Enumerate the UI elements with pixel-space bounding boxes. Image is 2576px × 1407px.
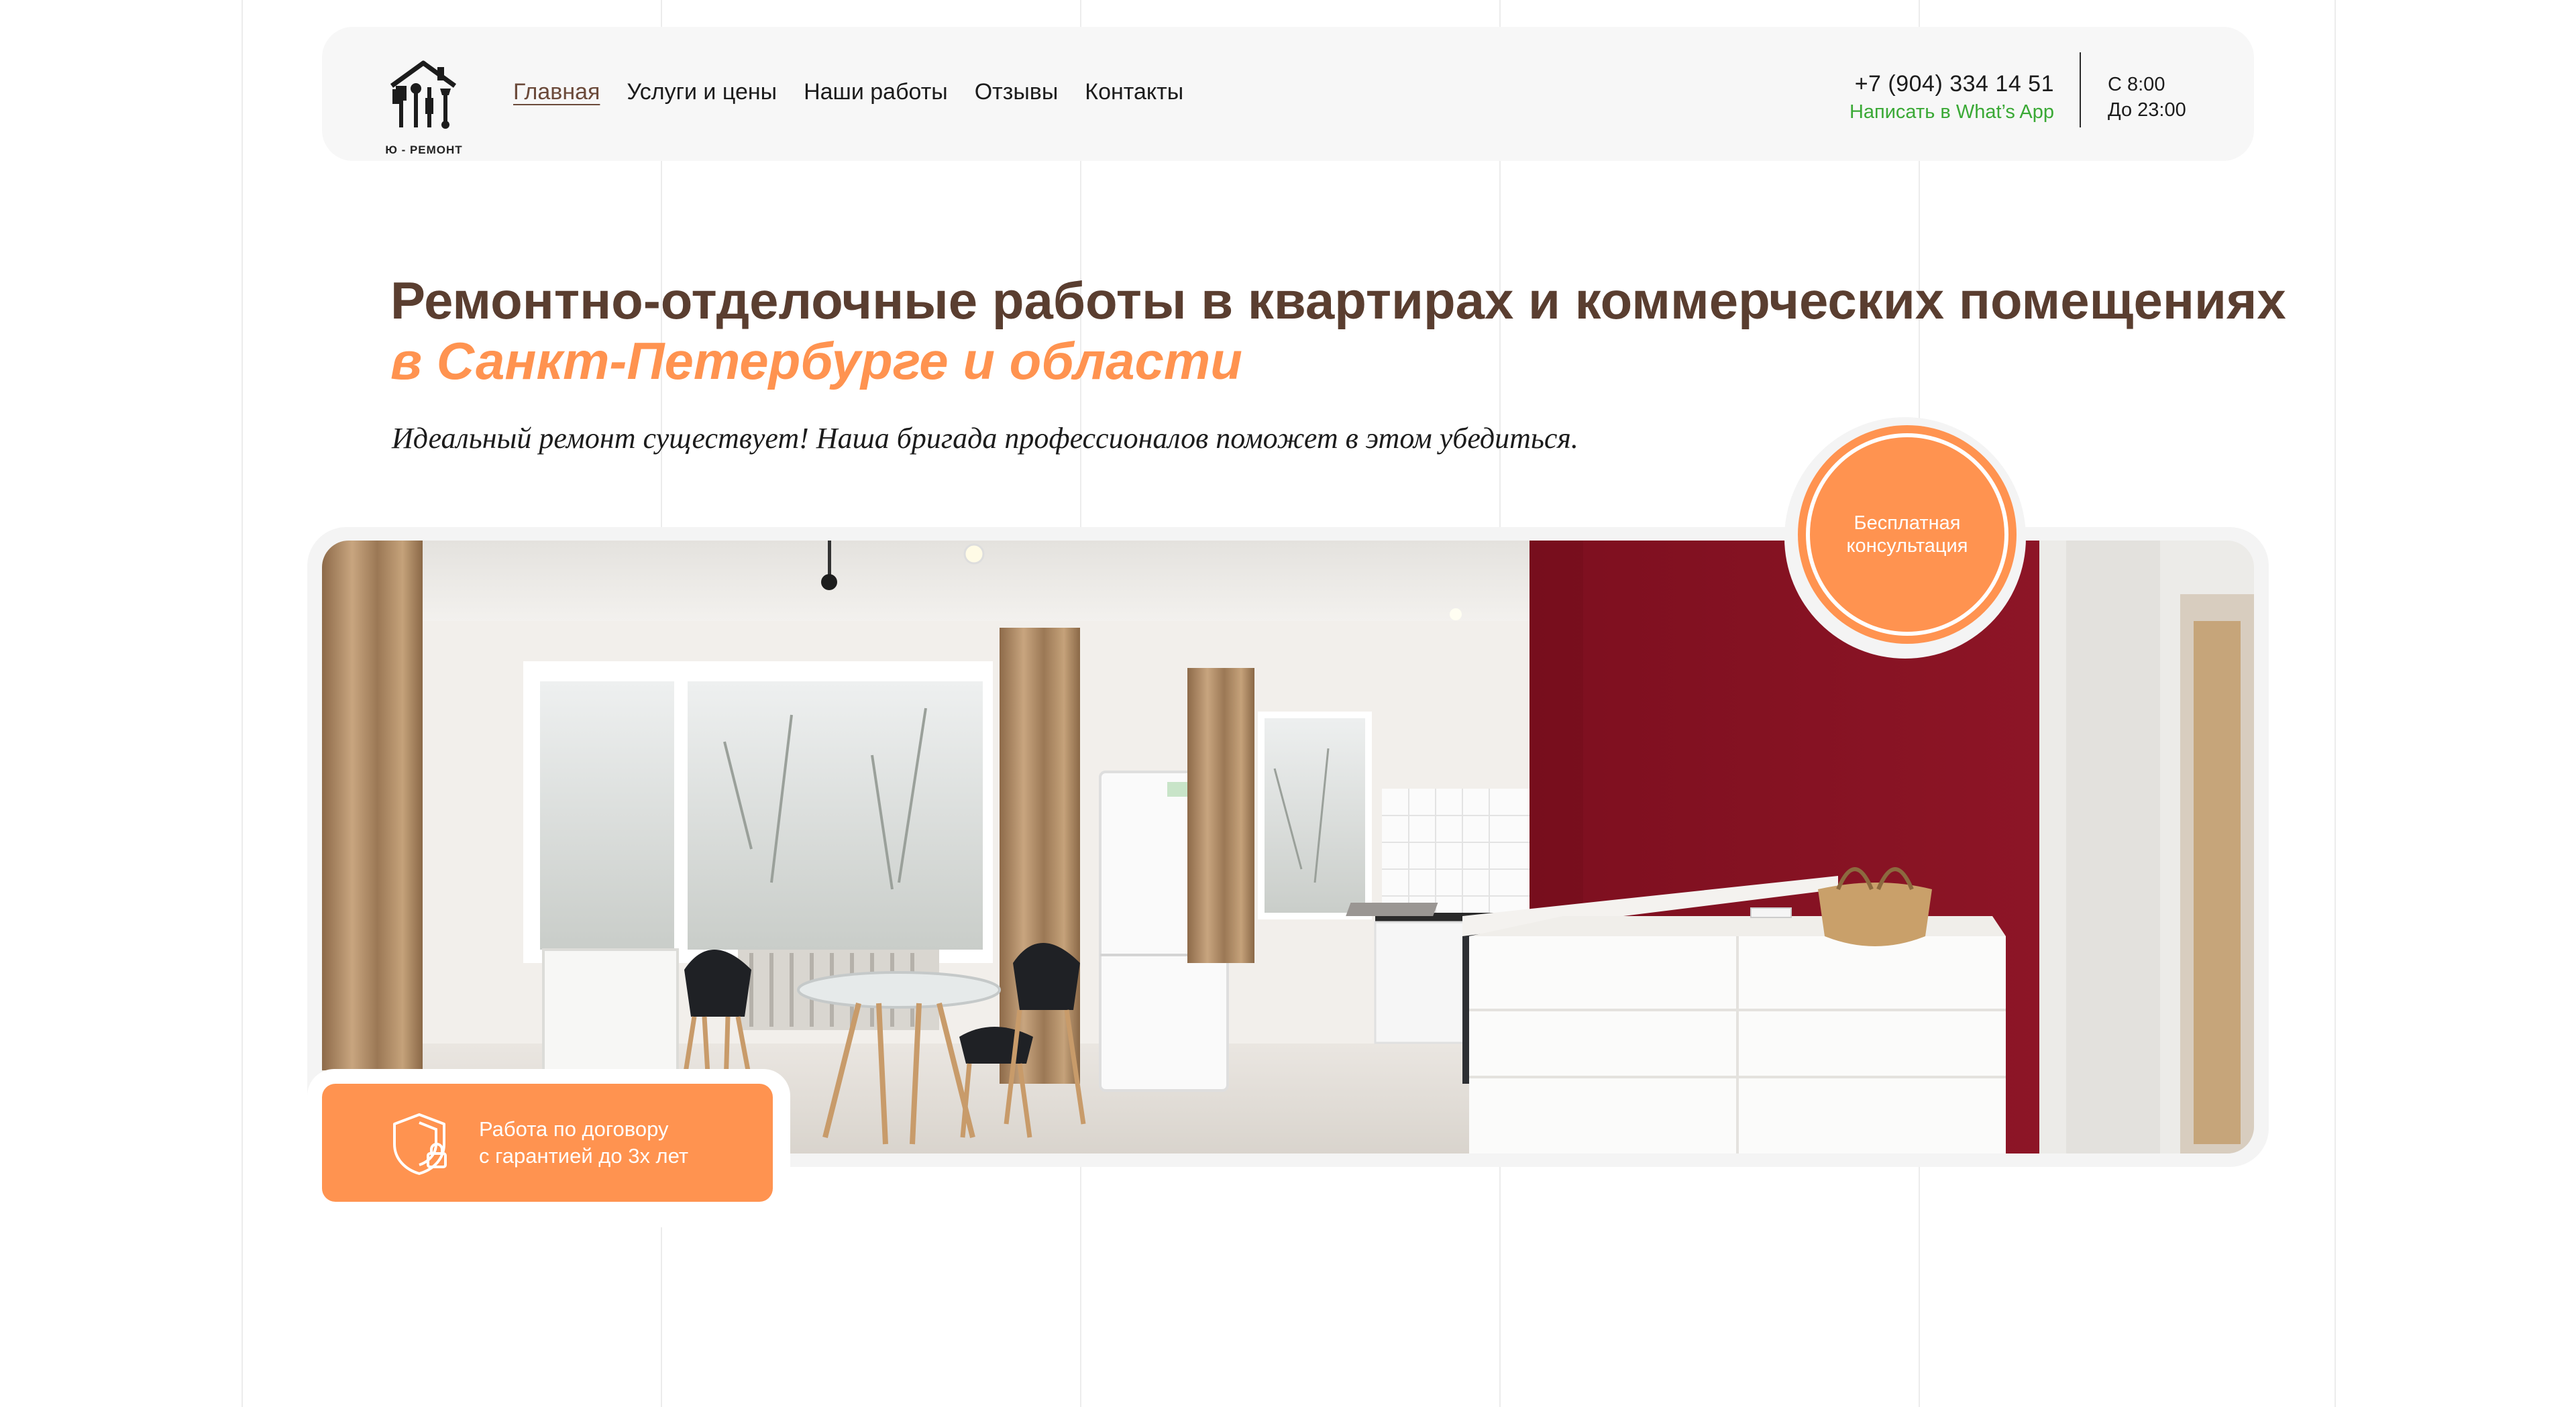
whatsapp-link[interactable]: Написать в What’s App [1849,101,2054,123]
phone-block: +7 (904) 334 14 51 Написать в What’s App [1849,71,2054,123]
guarantee-line-2: с гарантией до 3х лет [479,1144,689,1168]
grid-guide [2334,0,2336,1407]
main-nav: Главная Услуги и цены Наши работы Отзывы… [513,79,1183,105]
hours-from: С 8:00 [2108,74,2165,95]
hero-tagline: Идеальный ремонт существует! Наша бригад… [392,422,1578,455]
badge-inner-ring: Бесплатная консультация [1806,433,2008,636]
nav-item-contacts[interactable]: Контакты [1085,79,1183,105]
grid-guide [241,0,243,1407]
phone-number[interactable]: +7 (904) 334 14 51 [1849,71,2054,97]
guarantee-card[interactable]: Работа по договору с гарантией до 3х лет [322,1084,773,1202]
guarantee-label: Работа по договору с гарантией до 3х лет [479,1116,688,1170]
nav-item-home[interactable]: Главная [513,79,600,105]
shield-lock-icon [393,1113,447,1175]
badge-label: Бесплатная консультация [1840,512,1974,557]
hero-title: Ремонтно-отделочные работы в квартирах и… [390,271,2286,330]
working-hours: С 8:00 До 23:00 [2108,72,2186,123]
free-consultation-button[interactable]: Бесплатная консультация [1798,425,2017,644]
guarantee-line-1: Работа по договору [479,1117,669,1141]
logo-text: Ю - РЕМОНТ [385,144,463,156]
hours-to: До 23:00 [2108,99,2186,121]
nav-item-services[interactable]: Услуги и цены [627,79,777,105]
nav-item-works[interactable]: Наши работы [804,79,948,105]
header-divider [2080,52,2081,127]
site-header: Ю - РЕМОНТ Главная Услуги и цены Наши ра… [322,27,2254,161]
badge-line-1: Бесплатная [1854,512,1961,534]
hero-subtitle: в Санкт-Петербурге и области [390,331,1242,390]
house-tools-logo[interactable] [386,58,460,133]
nav-item-reviews[interactable]: Отзывы [975,79,1059,105]
badge-line-2: консультация [1846,535,1968,557]
